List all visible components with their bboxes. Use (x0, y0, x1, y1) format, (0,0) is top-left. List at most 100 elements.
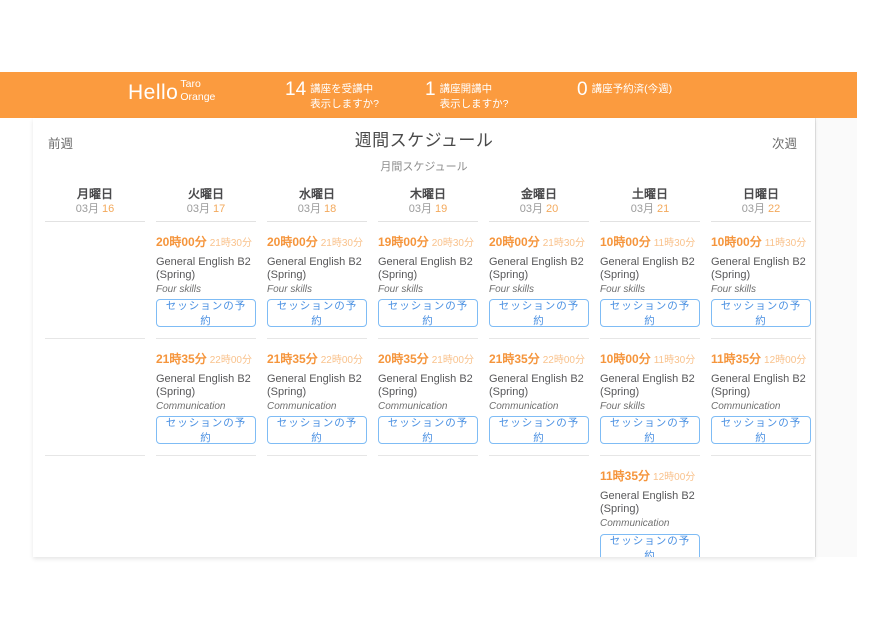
session-card: 20時35分21時00分 General English B2 (Spring)… (378, 352, 478, 413)
session-time: 21時35分22時00分 (489, 352, 589, 368)
monthly-schedule-link[interactable]: 月間スケジュール (380, 158, 467, 174)
page-title: 週間スケジュール (33, 126, 815, 151)
session-time: 20時35分21時00分 (378, 352, 478, 368)
greeting-block: Hello Taro Orange (128, 78, 215, 108)
session-slot (711, 456, 811, 557)
session-start-time: 20時00分 (267, 235, 318, 249)
session-end-time: 21時30分 (210, 238, 252, 249)
stat-value: 1 (425, 81, 436, 98)
book-session-button[interactable]: セッションの予約 (156, 416, 256, 444)
book-session-button[interactable]: セッションの予約 (600, 299, 700, 327)
weekday-label: 日曜日 (711, 186, 811, 202)
session-start-time: 20時00分 (156, 235, 207, 249)
session-card: 10時00分11時30分 General English B2 (Spring)… (600, 352, 700, 413)
session-course: General English B2 (Spring) (267, 373, 367, 399)
session-end-time: 21時30分 (543, 238, 585, 249)
month-label: 03月 (409, 203, 432, 215)
day-column: 月曜日 03月16 (45, 186, 145, 557)
session-type: Communication (600, 517, 700, 530)
session-end-time: 22時00分 (543, 355, 585, 366)
session-card: 19時00分20時30分 General English B2 (Spring)… (378, 235, 478, 296)
session-slot (45, 456, 145, 557)
book-session-button[interactable]: セッションの予約 (378, 416, 478, 444)
session-slot (267, 456, 367, 557)
session-type: Four skills (378, 283, 478, 296)
month-label: 03月 (298, 203, 321, 215)
show-open-courses-link[interactable]: 表示しますか? (440, 97, 509, 112)
day-header: 月曜日 03月16 (45, 186, 145, 222)
session-start-time: 19時00分 (378, 235, 429, 249)
session-end-time: 12時00分 (653, 472, 695, 483)
day-header: 水曜日 03月18 (267, 186, 367, 222)
date-line: 03月22 (711, 202, 811, 217)
session-time: 10時00分11時30分 (711, 235, 811, 251)
session-card: 11時35分12時00分 General English B2 (Spring)… (711, 352, 811, 413)
day-number: 20 (546, 203, 558, 215)
schedule-panel: 前週 週間スケジュール 月間スケジュール 次週 月曜日 03月16 火曜日 03… (33, 118, 815, 557)
user-name: Taro Orange (180, 78, 215, 108)
session-type: Four skills (156, 283, 256, 296)
day-column: 水曜日 03月18 20時00分21時30分 General English B… (267, 186, 367, 557)
session-card: 10時00分11時30分 General English B2 (Spring)… (600, 235, 700, 296)
session-slot: 20時35分21時00分 General English B2 (Spring)… (378, 339, 478, 456)
session-start-time: 11時35分 (600, 469, 650, 483)
greeting-text: Hello (128, 78, 178, 108)
weekday-label: 水曜日 (267, 186, 367, 202)
day-header: 木曜日 03月19 (378, 186, 478, 222)
session-time: 21時35分22時00分 (156, 352, 256, 368)
session-end-time: 11時30分 (654, 355, 696, 366)
stat-value: 14 (285, 81, 306, 98)
stat-label: 講座を受講中 (310, 82, 379, 97)
session-end-time: 12時00分 (764, 355, 806, 366)
day-number: 16 (102, 203, 114, 215)
date-line: 03月16 (45, 202, 145, 217)
session-start-time: 10時00分 (600, 352, 651, 366)
day-number: 19 (435, 203, 447, 215)
session-type: Four skills (267, 283, 367, 296)
session-slot: 19時00分20時30分 General English B2 (Spring)… (378, 222, 478, 339)
show-courses-link[interactable]: 表示しますか? (310, 97, 379, 112)
day-header: 火曜日 03月17 (156, 186, 256, 222)
day-header: 日曜日 03月22 (711, 186, 811, 222)
session-start-time: 21時35分 (489, 352, 540, 366)
session-list: 20時00分21時30分 General English B2 (Spring)… (267, 222, 367, 557)
session-slot: 20時00分21時30分 General English B2 (Spring)… (156, 222, 256, 339)
session-time: 20時00分21時30分 (489, 235, 589, 251)
book-session-button[interactable]: セッションの予約 (489, 416, 589, 444)
day-column: 木曜日 03月19 19時00分20時30分 General English B… (378, 186, 478, 557)
session-card: 21時35分22時00分 General English B2 (Spring)… (267, 352, 367, 413)
days-row: 月曜日 03月16 火曜日 03月17 20時00分21時30分 General… (33, 186, 815, 557)
month-label: 03月 (631, 203, 654, 215)
session-slot: 11時35分12時00分 General English B2 (Spring)… (711, 339, 811, 456)
book-session-button[interactable]: セッションの予約 (156, 299, 256, 327)
weekday-label: 土曜日 (600, 186, 700, 202)
book-session-button[interactable]: セッションの予約 (711, 299, 811, 327)
day-header: 金曜日 03月20 (489, 186, 589, 222)
session-course: General English B2 (Spring) (156, 256, 256, 282)
session-type: Four skills (600, 400, 700, 413)
book-session-button[interactable]: セッションの予約 (267, 299, 367, 327)
next-week-link[interactable]: 次週 (772, 133, 797, 152)
weekday-label: 月曜日 (45, 186, 145, 202)
session-type: Four skills (600, 283, 700, 296)
session-course: General English B2 (Spring) (489, 373, 589, 399)
session-slot: 21時35分22時00分 General English B2 (Spring)… (156, 339, 256, 456)
session-course: General English B2 (Spring) (600, 373, 700, 399)
book-session-button[interactable]: セッションの予約 (267, 416, 367, 444)
session-start-time: 20時00分 (489, 235, 540, 249)
book-session-button[interactable]: セッションの予約 (600, 534, 700, 557)
session-slot: 20時00分21時30分 General English B2 (Spring)… (489, 222, 589, 339)
session-time: 10時00分11時30分 (600, 235, 700, 251)
book-session-button[interactable]: セッションの予約 (711, 416, 811, 444)
session-list: 10時00分11時30分 General English B2 (Spring)… (711, 222, 811, 557)
session-start-time: 21時35分 (267, 352, 318, 366)
session-card: 20時00分21時30分 General English B2 (Spring)… (156, 235, 256, 296)
session-course: General English B2 (Spring) (267, 256, 367, 282)
book-session-button[interactable]: セッションの予約 (489, 299, 589, 327)
day-column: 火曜日 03月17 20時00分21時30分 General English B… (156, 186, 256, 557)
book-session-button[interactable]: セッションの予約 (378, 299, 478, 327)
session-end-time: 11時30分 (765, 238, 807, 249)
session-type: Communication (378, 400, 478, 413)
session-card: 20時00分21時30分 General English B2 (Spring)… (489, 235, 589, 296)
book-session-button[interactable]: セッションの予約 (600, 416, 700, 444)
